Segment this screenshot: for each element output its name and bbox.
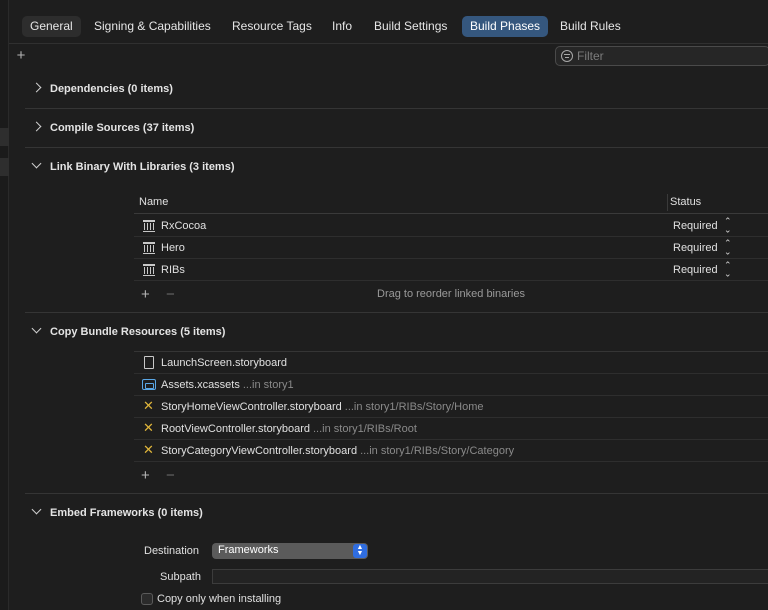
destination-popup[interactable]: Frameworks ▲ ▼ <box>212 543 368 559</box>
library-row-hero[interactable]: Hero Required ⌃ ⌃ <box>134 237 768 259</box>
reorder-hint: Drag to reorder linked binaries <box>377 288 525 300</box>
resource-path: ...in story1/RIBs/Story/Category <box>360 445 515 457</box>
tab-build-rules[interactable]: Build Rules <box>552 16 629 37</box>
resource-path: ...in story1/RIBs/Story/Home <box>344 401 484 413</box>
column-separator <box>667 194 668 211</box>
filter-field[interactable] <box>555 46 768 66</box>
section-dependencies[interactable]: Dependencies (0 items) <box>25 78 768 100</box>
copy-only-label[interactable]: Copy only when installing <box>157 593 281 605</box>
remove-resource-button[interactable]: − <box>166 467 175 484</box>
section-divider <box>25 147 768 148</box>
destination-label: Destination <box>144 545 200 557</box>
resource-name: Assets.xcassets ...in story1 <box>161 379 294 391</box>
storyboard-icon: ✕ <box>143 420 154 435</box>
section-title: Embed Frameworks (0 items) <box>50 507 203 519</box>
filter-input[interactable] <box>577 48 757 64</box>
chevron-right-icon[interactable] <box>31 121 42 132</box>
chevron-right-icon[interactable] <box>31 82 42 93</box>
column-header-status[interactable]: Status <box>670 196 701 208</box>
phase-toolbar: + <box>9 44 768 70</box>
resource-row[interactable]: ✕ StoryCategoryViewController.storyboard… <box>134 440 768 462</box>
section-title: Compile Sources (37 items) <box>50 122 195 134</box>
add-resource-button[interactable]: + <box>141 467 150 484</box>
tab-build-settings[interactable]: Build Settings <box>366 16 455 37</box>
section-title: Copy Bundle Resources (5 items) <box>50 326 226 338</box>
filter-icon <box>561 50 573 62</box>
section-divider <box>25 493 768 494</box>
add-library-button[interactable]: + <box>141 286 150 303</box>
section-title: Dependencies (0 items) <box>50 83 173 95</box>
left-edge-marker <box>0 128 9 146</box>
resource-path: ...in story1/RIBs/Root <box>312 423 417 435</box>
resource-row[interactable]: Assets.xcassets ...in story1 <box>134 374 768 396</box>
resource-name: RootViewController.storyboard ...in story… <box>161 423 417 435</box>
chevron-down-icon[interactable] <box>31 158 42 169</box>
asset-catalog-icon <box>142 378 156 392</box>
libraries-table-footer: + − Drag to reorder linked binaries <box>134 283 768 305</box>
library-status[interactable]: Required <box>673 220 718 232</box>
column-header-name[interactable]: Name <box>139 196 168 208</box>
copy-only-checkbox[interactable] <box>141 593 153 605</box>
tab-build-phases[interactable]: Build Phases <box>462 16 549 37</box>
tab-resource-tags[interactable]: Resource Tags <box>224 16 320 37</box>
up-down-arrows-icon[interactable]: ⌃ ⌃ <box>724 261 732 279</box>
storyboard-icon: ✕ <box>143 442 154 457</box>
section-copy-bundle-resources[interactable]: Copy Bundle Resources (5 items) <box>25 321 768 343</box>
file-icon <box>142 356 156 370</box>
resource-name: StoryHomeViewController.storyboard ...in … <box>161 401 484 413</box>
remove-library-button[interactable]: − <box>166 286 175 303</box>
destination-value: Frameworks <box>218 544 279 556</box>
add-build-phase-button[interactable]: + <box>14 48 28 64</box>
chevron-down-icon[interactable] <box>31 323 42 334</box>
library-status[interactable]: Required <box>673 264 718 276</box>
resource-name: StoryCategoryViewController.storyboard..… <box>161 445 515 457</box>
library-name: RIBs <box>161 264 185 276</box>
tab-info[interactable]: Info <box>324 16 360 37</box>
library-icon <box>142 241 156 255</box>
left-edge-marker <box>0 158 9 176</box>
subpath-field[interactable] <box>212 569 768 584</box>
libraries-table-header: Name Status <box>134 192 768 214</box>
resource-row[interactable]: ✕ RootViewController.storyboard ...in sto… <box>134 418 768 440</box>
subpath-label: Subpath <box>160 571 201 583</box>
resources-table-footer: + − <box>134 464 768 486</box>
chevron-down-icon[interactable] <box>31 504 42 515</box>
library-icon <box>142 219 156 233</box>
resource-path: ...in story1 <box>242 379 294 391</box>
left-edge-strip <box>0 0 9 610</box>
library-status[interactable]: Required <box>673 242 718 254</box>
editor-tab-bar: General Signing & Capabilities Resource … <box>9 0 768 44</box>
library-row-ribs[interactable]: RIBs Required ⌃ ⌃ <box>134 259 768 281</box>
up-down-arrows-icon[interactable]: ⌃ ⌃ <box>724 217 732 235</box>
library-row-rxcocoa[interactable]: RxCocoa Required ⌃ ⌃ <box>134 215 768 237</box>
tab-general[interactable]: General <box>22 16 81 37</box>
up-down-arrows-icon[interactable]: ⌃ ⌃ <box>724 239 732 257</box>
section-embed-frameworks[interactable]: Embed Frameworks (0 items) <box>25 502 768 524</box>
library-name: RxCocoa <box>161 220 207 232</box>
library-name: Hero <box>161 242 185 254</box>
storyboard-icon: ✕ <box>143 398 154 413</box>
library-icon <box>142 263 156 277</box>
section-divider <box>25 312 768 313</box>
section-compile-sources[interactable]: Compile Sources (37 items) <box>25 117 768 139</box>
section-title: Link Binary With Libraries (3 items) <box>50 161 235 173</box>
tab-signing-capabilities[interactable]: Signing & Capabilities <box>86 16 219 37</box>
resource-row[interactable]: ✕ StoryHomeViewController.storyboard ...i… <box>134 396 768 418</box>
section-link-binary[interactable]: Link Binary With Libraries (3 items) <box>25 156 768 178</box>
up-down-arrows-icon: ▲ ▼ <box>353 544 367 558</box>
section-divider <box>25 108 768 109</box>
resource-name: LaunchScreen.storyboard <box>161 357 287 369</box>
resource-row[interactable]: LaunchScreen.storyboard <box>134 352 768 374</box>
